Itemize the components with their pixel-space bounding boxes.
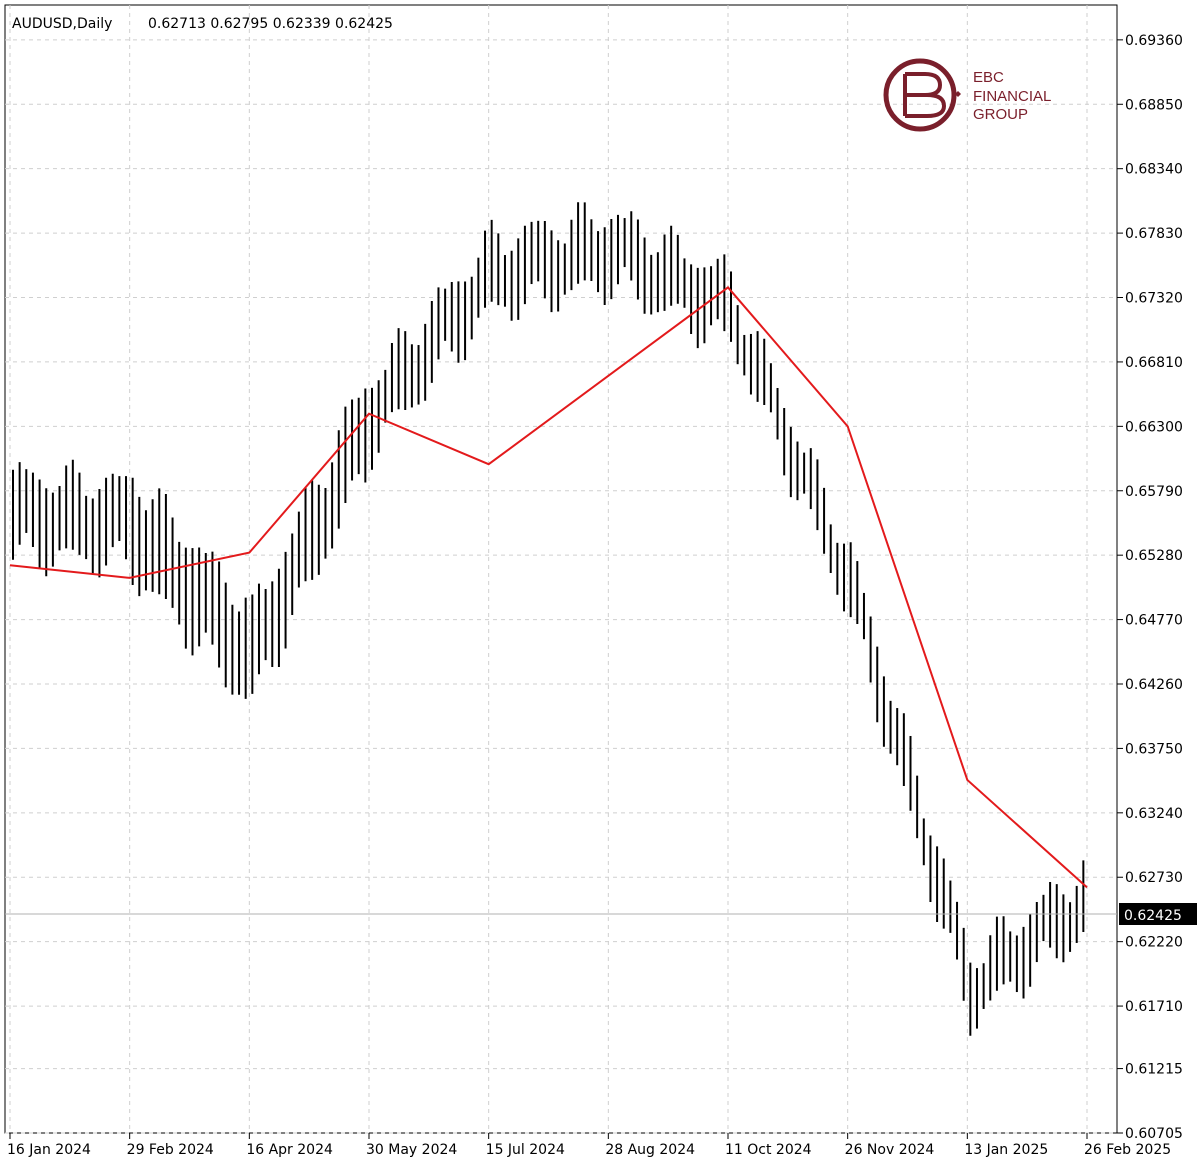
y-tick-label: 0.64260 (1125, 677, 1183, 693)
x-tick-label: 26 Feb 2025 (1084, 1142, 1171, 1158)
x-tick-label: 15 Jul 2024 (486, 1142, 565, 1158)
logo-line-3: GROUP (973, 106, 1028, 123)
y-tick-label: 0.65790 (1125, 484, 1183, 500)
y-tick-label: 0.64770 (1125, 613, 1183, 629)
y-tick-label: 0.63750 (1125, 741, 1183, 757)
y-tick-label: 0.68340 (1125, 162, 1183, 178)
y-tick-label: 0.61710 (1125, 999, 1183, 1015)
current-price-label: 0.62425 (1124, 908, 1182, 924)
y-tick-label: 0.66300 (1125, 419, 1183, 435)
x-tick-label: 26 Nov 2024 (845, 1142, 935, 1158)
y-tick-label: 0.67830 (1125, 226, 1183, 242)
x-tick-label: 29 Feb 2024 (127, 1142, 214, 1158)
x-tick-label: 30 May 2024 (366, 1142, 457, 1158)
y-tick-label: 0.68850 (1125, 97, 1183, 113)
x-tick-label: 16 Jan 2024 (7, 1142, 91, 1158)
y-tick-label: 0.65280 (1125, 548, 1183, 564)
logo-line-2: FINANCIAL (973, 88, 1051, 105)
chart-ohlc-values: 0.62713 0.62795 0.62339 0.62425 (148, 16, 393, 32)
y-tick-label: 0.60705 (1125, 1126, 1183, 1142)
y-tick-label: 0.62730 (1125, 870, 1183, 886)
y-tick-label: 0.67320 (1125, 291, 1183, 307)
x-tick-label: 11 Oct 2024 (725, 1142, 812, 1158)
chart-root: 0.69360 0.68850 0.68340 0.67830 0.67320 0.668… (0, 0, 1200, 1169)
price-chart: 0.69360 0.68850 0.68340 0.67830 0.67320 0.668… (0, 0, 1200, 1169)
y-tick-label: 0.69360 (1125, 33, 1183, 49)
y-tick-label: 0.62220 (1125, 935, 1183, 951)
x-tick-label: 28 Aug 2024 (605, 1142, 695, 1158)
chart-symbol: AUDUSD,Daily (12, 16, 112, 32)
logo-line-1: EBC (973, 69, 1004, 86)
y-tick-label: 0.66810 (1125, 355, 1183, 371)
x-tick-label: 16 Apr 2024 (246, 1142, 333, 1158)
x-tick-label: 13 Jan 2025 (964, 1142, 1048, 1158)
y-tick-label: 0.63240 (1125, 806, 1183, 822)
y-tick-label: 0.61215 (1125, 1062, 1183, 1078)
